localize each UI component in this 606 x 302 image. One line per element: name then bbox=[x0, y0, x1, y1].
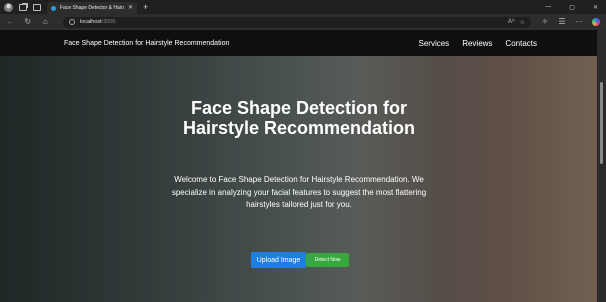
tab-actions-icon[interactable] bbox=[33, 3, 41, 11]
more-icon[interactable]: ··· bbox=[575, 18, 583, 26]
browser-toolbar: ← ↻ ⌂ localhost:3000 Aᴬ ☆ ✧ ☰ ··· bbox=[0, 14, 606, 30]
tab-close-icon[interactable]: ✕ bbox=[128, 5, 133, 11]
url-text[interactable]: localhost:3000 bbox=[80, 19, 503, 25]
minimize-button[interactable]: — bbox=[545, 4, 551, 10]
site-brand[interactable]: Face Shape Detection for Hairstyle Recom… bbox=[64, 40, 229, 47]
address-bar[interactable]: localhost:3000 Aᴬ ☆ bbox=[63, 16, 531, 28]
url-port: 3000 bbox=[103, 19, 116, 25]
profile-avatar[interactable] bbox=[4, 2, 13, 12]
workspaces-icon[interactable] bbox=[19, 3, 27, 11]
detect-now-button[interactable]: Detect Now bbox=[306, 253, 349, 267]
new-tab-button[interactable]: + bbox=[143, 2, 148, 12]
favorites-icon[interactable]: ☰ bbox=[558, 18, 566, 26]
info-icon[interactable] bbox=[69, 19, 75, 25]
site-navbar: Face Shape Detection for Hairstyle Recom… bbox=[0, 30, 597, 56]
hero-description: Welcome to Face Shape Detection for Hair… bbox=[171, 175, 427, 209]
browser-tab[interactable]: Face Shape Detector & Hairstyle ✕ bbox=[47, 2, 137, 14]
hero-title: Face Shape Detection for Hairstyle Recom… bbox=[182, 98, 416, 138]
url-host: localhost: bbox=[80, 19, 104, 25]
star-icon[interactable]: ☆ bbox=[520, 19, 525, 26]
page-scrollbar[interactable] bbox=[597, 30, 606, 302]
home-icon[interactable]: ⌂ bbox=[42, 18, 50, 26]
refresh-icon[interactable]: ↻ bbox=[24, 18, 32, 26]
nav-link-reviews[interactable]: Reviews bbox=[462, 39, 492, 48]
upload-image-button[interactable]: Upload Image bbox=[251, 252, 306, 268]
maximize-button[interactable]: ▢ bbox=[569, 4, 575, 11]
scrollbar-thumb[interactable] bbox=[600, 82, 603, 164]
extensions-icon[interactable]: ✧ bbox=[541, 18, 549, 26]
page-viewport: Face Shape Detection for Hairstyle Recom… bbox=[0, 30, 597, 302]
browser-tab-strip: Face Shape Detector & Hairstyle ✕ + — ▢ … bbox=[0, 0, 606, 14]
nav-link-contacts[interactable]: Contacts bbox=[505, 39, 537, 48]
read-aloud-icon[interactable]: Aᴬ bbox=[508, 19, 515, 25]
tab-favicon-icon bbox=[51, 5, 56, 11]
close-window-button[interactable]: ✕ bbox=[593, 4, 598, 11]
site-nav-links: Services Reviews Contacts bbox=[419, 39, 538, 48]
back-arrow-icon[interactable]: ← bbox=[6, 18, 14, 26]
nav-link-services[interactable]: Services bbox=[419, 39, 450, 48]
copilot-icon[interactable] bbox=[591, 18, 600, 26]
tab-title: Face Shape Detector & Hairstyle bbox=[60, 5, 124, 11]
